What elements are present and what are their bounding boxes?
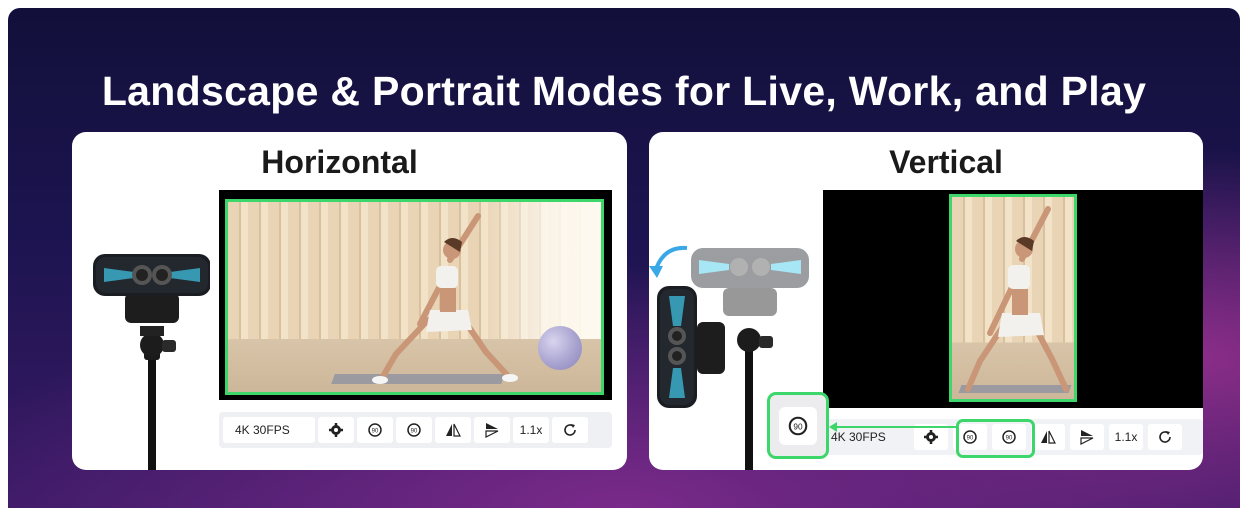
highlight-connector-arrow (829, 422, 837, 432)
yoga-woman-figure (965, 206, 1069, 392)
svg-text:90: 90 (793, 422, 803, 431)
horizontal-card: Horizontal 4K 30FPS 90 90 1.1x (72, 132, 627, 470)
webcam-horizontal-image (93, 254, 210, 470)
vertical-preview-screen (823, 190, 1203, 408)
exercise-ball (538, 326, 582, 370)
vertical-video-frame (949, 194, 1077, 402)
rotate-buttons-highlight (956, 419, 1035, 458)
mirror-icon (1041, 430, 1056, 444)
headline: Landscape & Portrait Modes for Live, Wor… (101, 68, 1147, 114)
flip-icon (485, 423, 499, 438)
rotate-callout-inner: 90 (779, 406, 817, 445)
rotate-left-90-icon: 90 (368, 423, 382, 437)
refresh-icon (564, 424, 576, 436)
horizontal-control-bar: 4K 30FPS 90 90 1.1x (219, 412, 612, 448)
svg-text:90: 90 (411, 429, 418, 435)
horizontal-video-frame (225, 199, 604, 395)
horizontal-title: Horizontal (261, 144, 418, 180)
reset-button[interactable] (1148, 424, 1182, 450)
reset-button[interactable] (552, 417, 588, 443)
rotate-zoom-callout[interactable]: 90 (767, 392, 829, 459)
rotate-left-button[interactable]: 90 (357, 417, 393, 443)
mirror-icon (446, 423, 461, 437)
flip-icon (1080, 430, 1094, 445)
svg-text:90: 90 (372, 429, 379, 435)
vertical-card: Vertical 4K 30FPS 90 90 1.1x 90 (649, 132, 1203, 470)
mirror-button[interactable] (435, 417, 471, 443)
mirror-button[interactable] (1031, 424, 1065, 450)
flip-button[interactable] (1070, 424, 1104, 450)
zoom-button[interactable]: 1.1x (513, 417, 549, 443)
refresh-icon (1159, 431, 1171, 443)
rotate-right-90-icon: 90 (407, 423, 421, 437)
zoom-level: 1.1x (519, 423, 543, 437)
vertical-title: Vertical (889, 144, 1003, 180)
zoom-button[interactable]: 1.1x (1109, 424, 1143, 450)
resolution-label: 4K 30FPS (223, 417, 315, 443)
rotate-right-button[interactable]: 90 (396, 417, 432, 443)
yoga-woman-figure (372, 213, 518, 384)
settings-button[interactable] (318, 417, 354, 443)
zoom-level: 1.1x (1114, 430, 1138, 444)
flip-button[interactable] (474, 417, 510, 443)
horizontal-preview-screen (219, 190, 612, 400)
rotate-90-icon: 90 (788, 416, 808, 435)
gear-icon (329, 423, 343, 437)
highlight-connector-line (831, 426, 957, 428)
gear-icon (924, 430, 938, 444)
